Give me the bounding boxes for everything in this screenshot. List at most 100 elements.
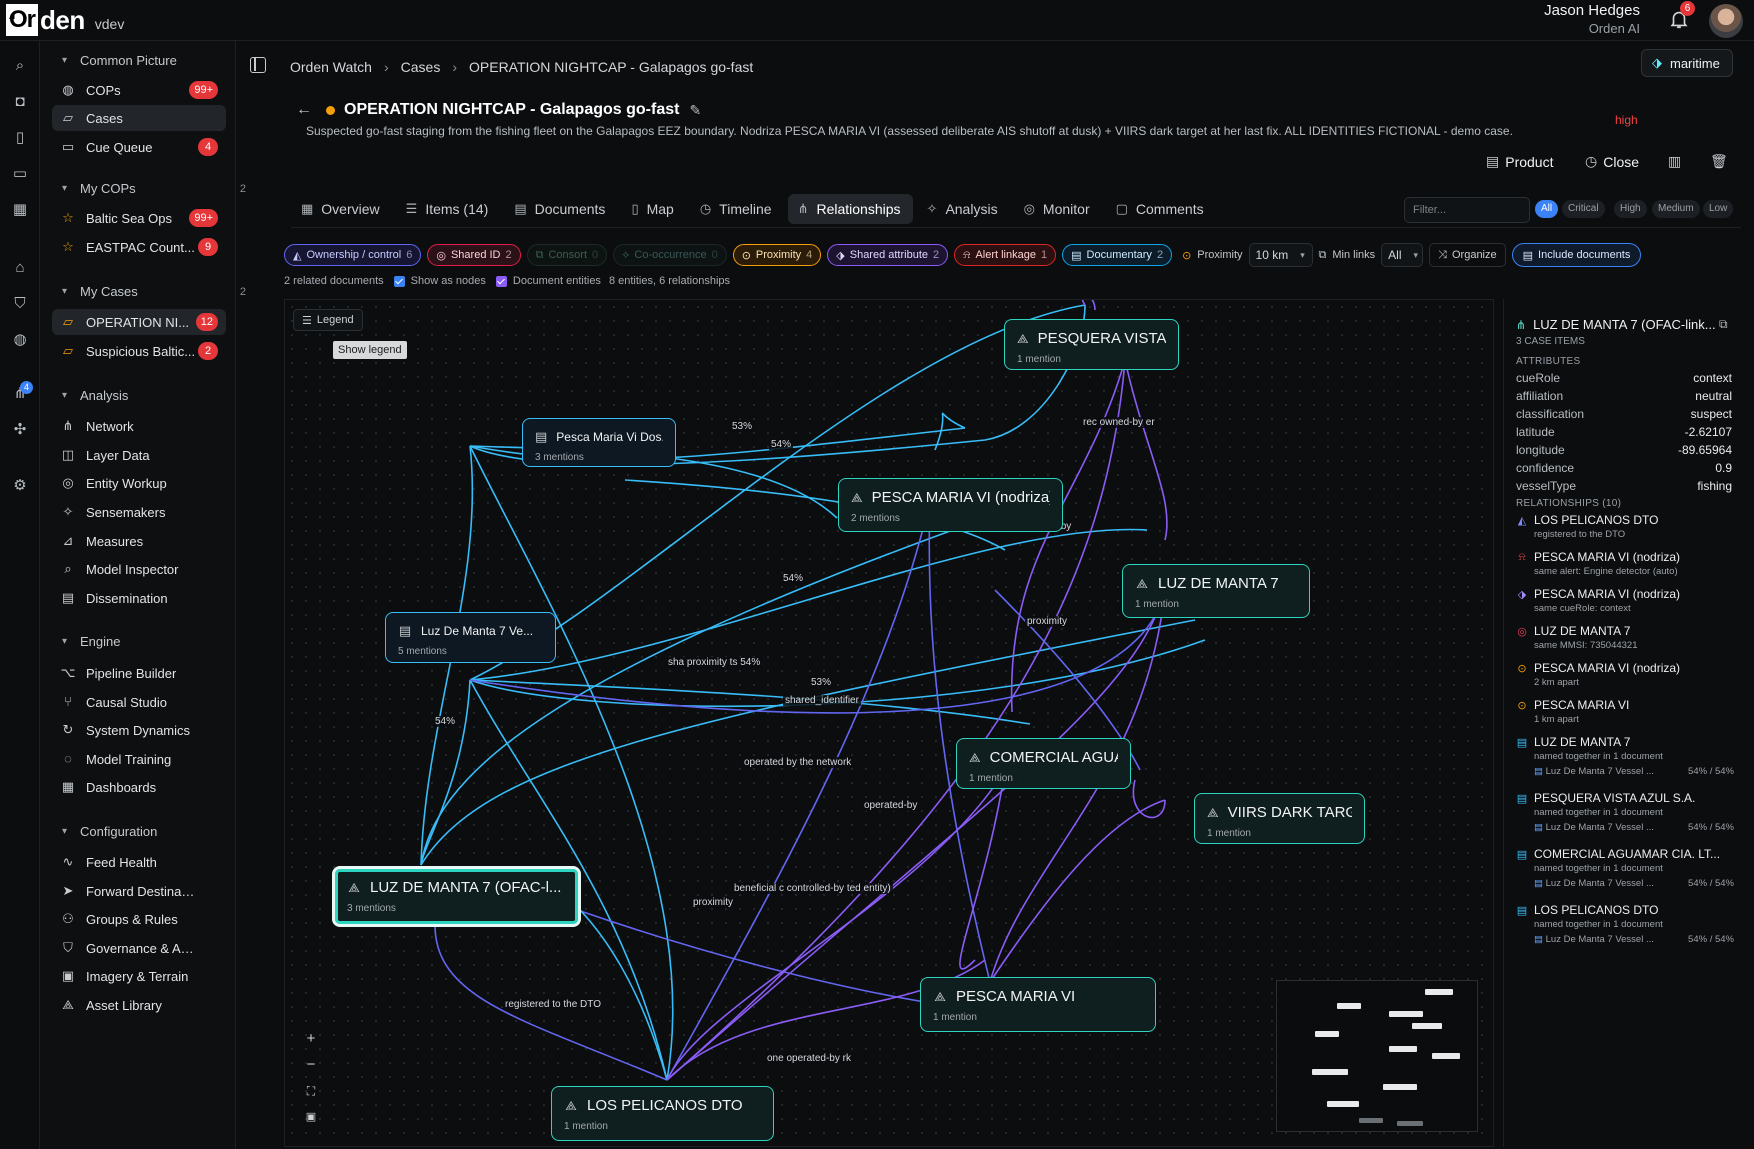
document-link[interactable]: Luz De Manta 7 Vessel ... <box>1534 878 1654 889</box>
tab-comments[interactable]: ▢ Comments <box>1106 194 1216 224</box>
graph-node-pesca-maria-vi[interactable]: ⟁ PESCA MARIA VI 1 mention <box>920 977 1156 1032</box>
chip-proximity[interactable]: ⊙ Proximity 4 <box>732 244 822 266</box>
filter-input[interactable]: Filter... <box>1404 197 1530 223</box>
document-link[interactable]: Luz De Manta 7 Vessel ... <box>1534 822 1654 833</box>
back-arrow-icon[interactable]: ← <box>296 101 312 119</box>
breadcrumb-cases[interactable]: Cases <box>401 59 441 75</box>
apps-icon[interactable]: ▦ <box>11 201 29 219</box>
panel-toggle-icon[interactable] <box>250 57 266 73</box>
globe-icon[interactable]: ◍ <box>11 331 29 349</box>
graph-node-doc-pesca-maria-vi[interactable]: ▤ Pesca Maria Vi Dos... 3 mentions <box>522 418 676 467</box>
close-case-button[interactable]: ◷ Close <box>1585 153 1639 170</box>
relationship-graph[interactable]: 53% 54% rec owned-by er controlled-by 54… <box>284 299 1494 1147</box>
sidebar-item-governance-audit[interactable]: ⛉ Governance & Audit <box>52 935 226 961</box>
severity-low[interactable]: Low <box>1703 200 1734 218</box>
graph-node-doc-luz-de-manta-7[interactable]: ▤ Luz De Manta 7 Ve... 5 mentions <box>385 612 556 663</box>
section-configuration[interactable]: ▾ Configuration <box>62 824 157 839</box>
tab-analysis[interactable]: ✧ Analysis <box>917 194 1010 224</box>
search-icon[interactable]: ⌕ <box>11 57 29 75</box>
relationship-item[interactable]: ▤ PESQUERA VISTA AZUL S.A. named together … <box>1516 791 1734 833</box>
sidebar-item-feed-health[interactable]: ∿ Feed Health <box>52 849 226 875</box>
sidebar-item-pipeline-builder[interactable]: ⌥ Pipeline Builder <box>52 660 226 686</box>
sidebar-item-eastpac[interactable]: ☆ EASTPAC Count... 9 <box>52 234 226 260</box>
fit-view-icon[interactable]: ⛶ <box>298 1080 324 1102</box>
graph-minimap[interactable] <box>1276 980 1478 1132</box>
graph-node-pesquera-vista-azul[interactable]: ⟁PESQUERA VISTA AZU...1 mention <box>1004 319 1179 370</box>
section-engine[interactable]: ▾ Engine <box>62 634 120 649</box>
sidebar-item-layer-data[interactable]: ◫ Layer Data <box>52 442 226 468</box>
trash-icon[interactable]: 🗑 <box>1710 153 1728 170</box>
section-analysis[interactable]: ▾ Analysis <box>62 388 128 403</box>
graph-node-luz-de-manta-7[interactable]: ⟁ LUZ DE MANTA 71 mention <box>1122 564 1310 618</box>
sidebar-item-sensemakers[interactable]: ✧ Sensemakers <box>52 499 226 525</box>
relationship-item[interactable]: ▤ COMERCIAL AGUAMAR CIA. LT... named toget… <box>1516 847 1734 889</box>
include-documents-button[interactable]: ▤ Include documents <box>1511 243 1642 267</box>
relationship-item[interactable]: ◭ LOS PELICANOS DTO registered to the DTO <box>1516 513 1734 540</box>
workflow-icon[interactable]: ✣ <box>11 421 29 439</box>
sidebar-item-model-inspector[interactable]: ⌕ Model Inspector <box>52 556 226 582</box>
robot-icon[interactable]: ◘ <box>11 93 29 111</box>
sidebar-item-cops[interactable]: ◍ COPs 99+ <box>52 77 226 103</box>
chip-documentary[interactable]: ▤ Documentary 2 <box>1062 244 1173 266</box>
book-icon[interactable]: ▯ <box>11 129 29 147</box>
graph-node-los-pelicanos-dto[interactable]: ⟁ LOS PELICANOS DTO 1 mention <box>551 1086 774 1141</box>
product-button[interactable]: ▤ Product <box>1486 153 1553 170</box>
document-link[interactable]: Luz De Manta 7 Vessel ... <box>1534 766 1654 777</box>
sidebar-item-baltic-sea-ops[interactable]: ☆ Baltic Sea Ops 99+ <box>52 205 226 231</box>
edit-icon[interactable]: ✎ <box>689 102 701 119</box>
severity-critical[interactable]: Critical <box>1562 200 1605 218</box>
sidebar-item-groups-rules[interactable]: ⚇ Groups & Rules <box>52 906 226 932</box>
chip-ownership[interactable]: ◭ Ownership / control 6 <box>284 244 422 266</box>
tab-timeline[interactable]: ◷ Timeline <box>690 194 784 224</box>
gear-icon[interactable]: ⚙ <box>11 477 29 495</box>
breadcrumb-orden-watch[interactable]: Orden Watch <box>290 59 372 75</box>
graph-node-luz-de-manta-7-ofac[interactable]: ⟁ LUZ DE MANTA 7 (OFAC-l... 3 mentions <box>332 866 581 927</box>
severity-medium[interactable]: Medium <box>1652 200 1700 218</box>
tab-overview[interactable]: ▦ Overview <box>291 194 392 224</box>
document-link[interactable]: Luz De Manta 7 Vessel ... <box>1534 934 1654 945</box>
chip-co-occurrence[interactable]: ⟡ Co-occurrence 0 <box>613 244 727 266</box>
avatar[interactable] <box>1709 4 1743 38</box>
external-link-icon[interactable]: ⧉ <box>1719 317 1728 332</box>
orden-logo[interactable]: AI Or den vdev <box>6 4 124 36</box>
chip-consort[interactable]: ⧉ Consort 0 <box>526 244 608 266</box>
section-my-cases[interactable]: ▾ My Cases 2 <box>62 284 246 299</box>
chip-shared-id[interactable]: ◎ Shared ID 2 <box>427 244 521 266</box>
chip-shared-attribute[interactable]: ⬗ Shared attribute 2 <box>827 244 949 266</box>
section-common-picture[interactable]: ▾ Common Picture <box>62 53 177 68</box>
document-entities-checkbox[interactable] <box>495 275 507 287</box>
organize-button[interactable]: ⤨ Organize <box>1429 243 1506 267</box>
user-info[interactable]: Jason Hedges Orden AI <box>1544 2 1640 36</box>
tab-documents[interactable]: ▤ Documents <box>504 194 617 224</box>
zoom-out-icon[interactable]: − <box>298 1054 324 1076</box>
archive-icon[interactable]: ▥ <box>1668 153 1681 170</box>
sidebar-item-measures[interactable]: ⊿ Measures <box>52 528 226 554</box>
shield-icon[interactable]: ⛉ <box>11 295 29 313</box>
tab-relationships[interactable]: ⋔ Relationships <box>787 193 913 224</box>
sidebar-item-asset-library[interactable]: ⟁ Asset Library <box>52 992 226 1018</box>
sidebar-item-system-dynamics[interactable]: ↻ System Dynamics <box>52 717 226 743</box>
section-my-cops[interactable]: ▾ My COPs 2 <box>62 181 246 196</box>
tab-items[interactable]: ☰ Items (14) <box>396 194 501 224</box>
graph-node-viirs-dark-target[interactable]: ⟁VIIRS DARK TARGE...1 mention <box>1194 793 1365 844</box>
sidebar-item-entity-workup[interactable]: ◎ Entity Workup <box>52 470 226 496</box>
sidebar-item-network[interactable]: ⋔ Network <box>52 413 226 439</box>
legend-button[interactable]: ☰ Legend <box>293 309 363 331</box>
relationship-item[interactable]: ⊙ PESCA MARIA VI 1 km apart <box>1516 698 1734 725</box>
relationship-item[interactable]: ◎ LUZ DE MANTA 7 same MMSI: 735044321 <box>1516 624 1734 651</box>
sidebar-item-cue-queue[interactable]: ▭ Cue Queue 4 <box>52 134 226 160</box>
sidebar-item-cases[interactable]: ▱ Cases <box>52 105 226 131</box>
proximity-select[interactable]: 10 km ▾ <box>1248 243 1313 267</box>
sidebar-item-suspicious-baltic[interactable]: ▱ Suspicious Baltic... 2 <box>52 338 226 364</box>
tab-monitor[interactable]: ◎ Monitor <box>1014 194 1102 224</box>
sidebar-item-dissemination[interactable]: ▤ Dissemination <box>52 585 226 611</box>
zoom-in-icon[interactable]: + <box>298 1028 324 1050</box>
tab-map[interactable]: ▯ Map <box>621 194 685 224</box>
tag-maritime-button[interactable]: ⬗ maritime <box>1641 49 1733 77</box>
sidebar-item-model-training[interactable]: ◌ Model Training <box>52 746 226 772</box>
min-links-select[interactable]: All ▾ <box>1381 243 1424 267</box>
sidebar-item-causal-studio[interactable]: ⑂ Causal Studio <box>52 689 226 715</box>
bank-icon[interactable]: ⌂ <box>11 259 29 277</box>
severity-all[interactable]: All <box>1535 200 1559 218</box>
sidebar-item-operation-nightcap[interactable]: ▱ OPERATION NI... 12 <box>52 309 226 335</box>
